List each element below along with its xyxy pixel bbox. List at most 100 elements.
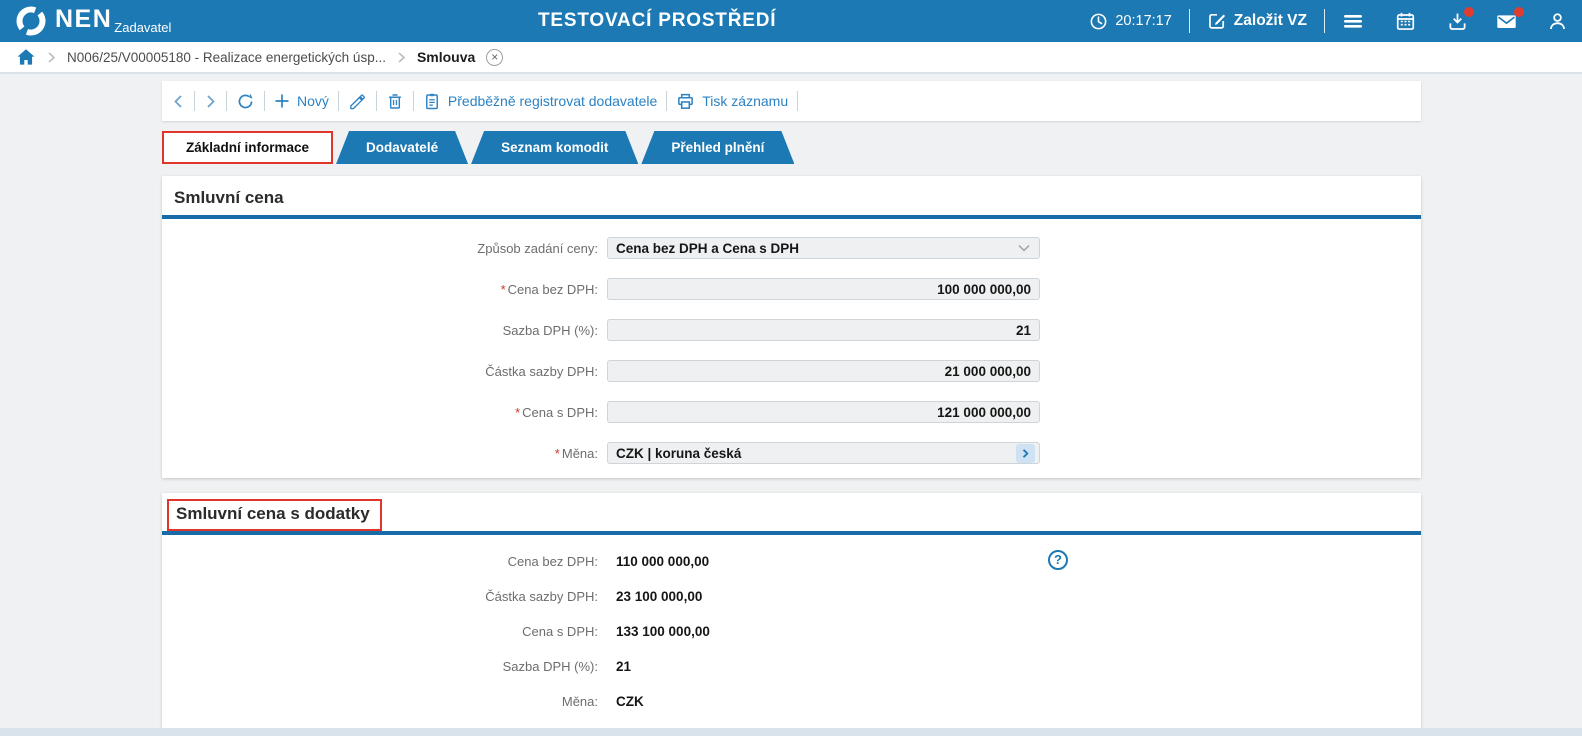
chevron-right-icon [47, 51, 56, 64]
tab-label: Základní informace [186, 140, 309, 155]
toolbar-divider [338, 91, 339, 111]
print-record-label: Tisk záznamu [702, 93, 788, 109]
toolbar-divider [226, 91, 227, 111]
form-row-castka-sazby-dph: Částka sazby DPH: 21 000 000,00 [162, 360, 1421, 382]
environment-title: TESTOVACÍ PROSTŘEDÍ [538, 0, 776, 42]
form-row-cena-bez-dph: *Cena bez DPH: 100 000 000,00 [162, 278, 1421, 300]
register-supplier-button[interactable]: Předběžně registrovat dodavatele [423, 92, 657, 111]
tab-dodavatele[interactable]: Dodavatelé [336, 131, 468, 164]
header-divider [1324, 9, 1325, 33]
nav-back-button[interactable] [172, 94, 185, 109]
new-record-button[interactable]: Nový [274, 93, 329, 109]
toolbar-divider [413, 91, 414, 111]
field-label: Cena s DPH: [162, 624, 607, 639]
readonly-row-castka-sazby-dph: Částka sazby DPH: 23 100 000,00 [162, 586, 1421, 606]
form-row-zpusob-zadani-ceny: Způsob zadání ceny: Cena bez DPH a Cena … [162, 237, 1421, 259]
download-notification-dot [1464, 7, 1474, 17]
field-label: Způsob zadání ceny: [162, 241, 607, 256]
downloads-button[interactable] [1447, 11, 1468, 32]
field-value: 21 [616, 323, 1031, 338]
user-profile-button[interactable] [1547, 11, 1568, 32]
chevron-down-icon [1017, 243, 1031, 253]
section-title: Smluvní cena s dodatky [167, 499, 382, 531]
currency-lookup-field[interactable]: CZK | koruna česká [607, 442, 1040, 464]
readonly-row-cena-s-dph: Cena s DPH: 133 100 000,00 [162, 621, 1421, 641]
field-value: Cena bez DPH a Cena s DPH [616, 241, 1011, 256]
record-tabs: Základní informace Dodavatelé Seznam kom… [162, 131, 1421, 164]
toolbar-divider [264, 91, 265, 111]
form-row-mena: *Měna: CZK | koruna česká [162, 442, 1421, 464]
close-icon[interactable]: × [486, 49, 503, 66]
field-value: 23 100 000,00 [607, 589, 702, 604]
clock-icon [1089, 12, 1108, 31]
field-label: Sazba DPH (%): [162, 659, 607, 674]
price-with-vat-input[interactable]: 121 000 000,00 [607, 401, 1040, 423]
top-header-bar: NEN Zadavatel TESTOVACÍ PROSTŘEDÍ 20:17:… [0, 0, 1582, 42]
tab-seznam-komodit[interactable]: Seznam komodit [471, 131, 638, 164]
register-supplier-label: Předběžně registrovat dodavatele [448, 93, 657, 109]
print-record-button[interactable]: Tisk záznamu [676, 92, 788, 111]
vat-amount-input[interactable]: 21 000 000,00 [607, 360, 1040, 382]
lookup-chevron-icon[interactable] [1016, 444, 1035, 463]
field-label: *Měna: [162, 446, 607, 461]
tab-prehled-plneni[interactable]: Přehled plnění [641, 131, 794, 164]
field-label: *Cena bez DPH: [162, 282, 607, 297]
home-icon[interactable] [16, 48, 36, 66]
chevron-right-icon [397, 51, 406, 64]
messages-button[interactable] [1495, 11, 1518, 32]
printer-icon [676, 92, 695, 111]
form-row-sazba-dph: Sazba DPH (%): 21 [162, 319, 1421, 341]
clock-time: 20:17:17 [1115, 13, 1171, 29]
header-divider [1189, 9, 1190, 33]
readonly-row-mena: Měna: CZK [162, 691, 1421, 711]
toolbar-divider [376, 91, 377, 111]
field-value: 21 000 000,00 [616, 364, 1031, 379]
nen-logo-icon [14, 4, 48, 38]
field-value: 100 000 000,00 [616, 282, 1031, 297]
refresh-button[interactable] [236, 92, 255, 111]
vat-rate-input[interactable]: 21 [607, 319, 1040, 341]
brand-name: NEN [55, 7, 112, 32]
tab-label: Přehled plnění [671, 140, 764, 155]
session-clock: 20:17:17 [1089, 12, 1171, 31]
field-label: Cena bez DPH: [162, 554, 607, 569]
record-toolbar: Nový Předběžně registrovat dodavatele [162, 81, 1421, 121]
field-value: 110 000 000,00 [607, 554, 709, 569]
main-content: Nový Předběžně registrovat dodavatele [162, 81, 1421, 736]
toolbar-divider [666, 91, 667, 111]
field-value: 21 [607, 659, 631, 674]
breadcrumb: N006/25/V00005180 - Realizace energetick… [0, 42, 1582, 74]
calendar-button[interactable] [1395, 11, 1416, 32]
price-entry-mode-select[interactable]: Cena bez DPH a Cena s DPH [607, 237, 1040, 259]
field-label: Sazba DPH (%): [162, 323, 607, 338]
tab-label: Dodavatelé [366, 140, 438, 155]
messages-notification-dot [1514, 7, 1524, 17]
app-brand[interactable]: NEN Zadavatel [14, 4, 171, 38]
edit-button[interactable] [348, 92, 367, 111]
calendar-icon [1395, 11, 1416, 32]
field-label: Částka sazby DPH: [162, 589, 607, 604]
bottom-scroll-strip[interactable] [0, 728, 1582, 736]
required-marker: * [501, 282, 506, 297]
help-icon[interactable]: ? [1048, 550, 1068, 570]
section-smluvni-cena: Smluvní cena Způsob zadání ceny: Cena be… [162, 176, 1421, 478]
tab-label: Seznam komodit [501, 140, 608, 155]
nav-forward-button[interactable] [204, 94, 217, 109]
required-marker: * [555, 446, 560, 461]
create-vz-button[interactable]: Založit VZ [1207, 11, 1307, 31]
delete-button[interactable] [386, 92, 404, 111]
required-marker: * [515, 405, 520, 420]
brand-subtitle: Zadavatel [114, 20, 171, 35]
breadcrumb-item-procurement[interactable]: N006/25/V00005180 - Realizace energetick… [67, 50, 386, 65]
readonly-row-cena-bez-dph: Cena bez DPH: 110 000 000,00 [162, 551, 1421, 571]
main-menu-button[interactable] [1342, 12, 1364, 30]
refresh-icon [236, 92, 255, 111]
new-record-label: Nový [297, 93, 329, 109]
breadcrumb-item-contract[interactable]: Smlouva [417, 49, 475, 65]
compose-icon [1207, 11, 1227, 31]
pencil-icon [348, 92, 367, 111]
tab-zakladni-informace[interactable]: Základní informace [162, 131, 333, 164]
field-value: CZK | koruna česká [616, 446, 1010, 461]
price-without-vat-input[interactable]: 100 000 000,00 [607, 278, 1040, 300]
field-label: *Cena s DPH: [162, 405, 607, 420]
